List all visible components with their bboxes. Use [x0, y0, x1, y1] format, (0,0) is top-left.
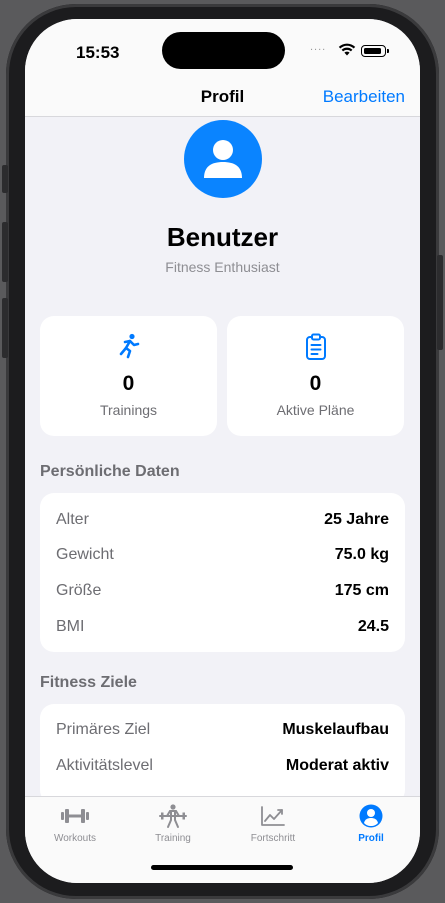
age-value: 25 Jahre [324, 511, 389, 528]
height-label: Größe [56, 582, 102, 599]
user-name: Benutzer [166, 222, 279, 252]
user-subtitle: Fitness Enthusiast [165, 259, 280, 275]
list-item: Gewicht 75.0 kg [56, 543, 389, 567]
weight-label: Gewicht [56, 546, 114, 563]
activity-level-label: Aktivitätslevel [56, 757, 153, 774]
tab-progress-label: Fortschritt [250, 833, 296, 844]
tab-training[interactable]: Training [128, 803, 218, 844]
fitness-goals-heading: Fitness Ziele [40, 674, 137, 691]
home-indicator[interactable] [151, 865, 293, 870]
stat-card-trainings: 0 Trainings [40, 316, 217, 436]
weightlifter-icon [128, 803, 218, 829]
tab-workouts-label: Workouts [53, 833, 97, 844]
edit-button[interactable]: Bearbeiten [323, 87, 405, 107]
tab-workouts[interactable]: Workouts [30, 803, 120, 844]
weight-value: 75.0 kg [334, 546, 389, 563]
trainings-label: Trainings [99, 402, 158, 418]
status-bar: 15:53 .... [25, 19, 420, 91]
person-circle-icon [184, 120, 262, 198]
primary-goal-label: Primäres Ziel [56, 721, 151, 738]
volume-up-button [2, 222, 8, 282]
height-value: 175 cm [334, 582, 389, 599]
active-plans-count: 0 [309, 372, 322, 395]
list-item: Alter 25 Jahre [56, 508, 389, 532]
active-plans-label: Aktive Pläne [276, 402, 355, 418]
list-item: BMI 24.5 [56, 615, 389, 639]
status-time: 15:53 [76, 43, 120, 62]
fitness-goals-card: Primäres Ziel Muskelaufbau Aktivitätslev… [40, 704, 405, 804]
primary-goal-value: Muskelaufbau [282, 721, 389, 738]
tab-profile-label: Profil [358, 833, 384, 844]
trainings-count: 0 [122, 372, 135, 395]
volume-down-button [2, 298, 8, 358]
list-item: Größe 175 cm [56, 579, 389, 603]
list-item: Primäres Ziel Muskelaufbau [56, 718, 389, 742]
chart-line-icon [228, 803, 318, 829]
action-button [2, 165, 8, 193]
age-label: Alter [56, 511, 89, 528]
personal-data-heading: Persönliche Daten [40, 463, 180, 480]
power-button [437, 255, 443, 350]
wifi-icon [338, 43, 356, 61]
clipboard-icon [227, 333, 404, 361]
personal-data-card: Alter 25 Jahre Gewicht 75.0 kg Größe 175… [40, 493, 405, 652]
stat-card-active-plans: 0 Aktive Pläne [227, 316, 404, 436]
bmi-label: BMI [56, 618, 85, 635]
running-figure-icon [40, 333, 217, 359]
tab-training-label: Training [155, 833, 191, 844]
person-circle-icon [326, 803, 416, 829]
dynamic-island [162, 32, 285, 69]
dumbbell-icon [30, 803, 120, 829]
navigation-bar: Profil Bearbeiten [25, 87, 420, 117]
screen: 15:53 .... Profil Bearbeiten Benutzer Fi… [25, 19, 420, 883]
battery-icon [361, 45, 389, 57]
tab-progress[interactable]: Fortschritt [228, 803, 318, 844]
bmi-value: 24.5 [357, 618, 389, 635]
activity-level-value: Moderat aktiv [285, 757, 389, 774]
list-item: Aktivitätslevel Moderat aktiv [56, 754, 389, 778]
tab-profile[interactable]: Profil [326, 803, 416, 844]
cellular-signal-icon: .... [310, 41, 327, 53]
